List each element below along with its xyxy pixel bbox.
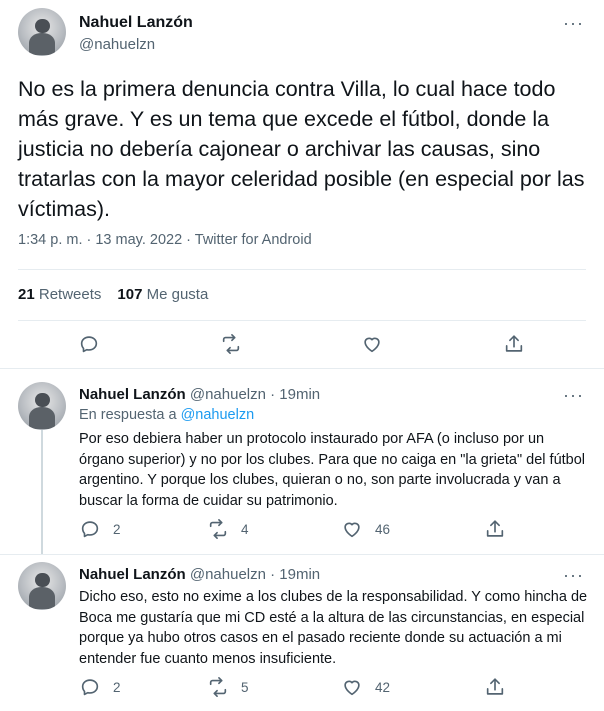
author-name[interactable]: Nahuel Lanzón xyxy=(79,14,193,32)
like-button[interactable] xyxy=(361,333,383,355)
retweet-button[interactable]: 5 xyxy=(207,676,249,698)
main-tweet: Nahuel Lanzón @nahuelzn ··· No es la pri… xyxy=(0,0,604,370)
reply-count: 2 xyxy=(113,521,121,537)
divider xyxy=(18,269,586,270)
avatar[interactable] xyxy=(18,8,66,56)
reply-text: Dicho eso, esto no exime a los clubes de… xyxy=(79,589,588,667)
reply-icon xyxy=(80,336,98,353)
divider xyxy=(18,320,586,321)
retweet-count: 4 xyxy=(241,521,249,537)
reply-text: Por eso debiera haber un protocolo insta… xyxy=(79,431,586,509)
author-meta[interactable]: @nahuelzn · 19min xyxy=(190,386,320,403)
reply-actions: 2 4 46 xyxy=(0,518,604,548)
likes-stat[interactable]: 107 Me gusta xyxy=(117,286,208,303)
divider xyxy=(0,368,604,369)
retweet-icon xyxy=(222,334,240,354)
mention-link[interactable]: @nahuelzn xyxy=(181,407,255,423)
tweet-text: No es la primera denuncia contra Villa, … xyxy=(18,77,585,221)
like-button[interactable]: 46 xyxy=(341,518,390,540)
reply-icon xyxy=(81,679,99,696)
share-icon xyxy=(486,678,504,695)
author-name[interactable]: Nahuel Lanzón xyxy=(79,386,186,403)
reply-count: 2 xyxy=(113,679,121,695)
tweet-meta[interactable]: 1:34 p. m. · 13 may. 2022 · Twitter for … xyxy=(18,232,312,248)
divider xyxy=(0,554,604,555)
share-icon xyxy=(486,520,504,537)
share-icon xyxy=(505,335,523,352)
retweet-button[interactable] xyxy=(220,333,242,355)
reply-header: Nahuel Lanzón @nahuelzn · 19min xyxy=(79,386,320,403)
avatar[interactable] xyxy=(18,382,66,430)
retweet-icon xyxy=(209,677,227,697)
in-reply-to: En respuesta a @nahuelzn xyxy=(79,407,255,423)
reply-button[interactable] xyxy=(78,333,100,355)
retweet-button[interactable]: 4 xyxy=(207,518,249,540)
share-button[interactable] xyxy=(484,518,506,540)
reply-actions: 2 5 42 xyxy=(0,676,604,706)
share-button[interactable] xyxy=(503,333,525,355)
avatar[interactable] xyxy=(18,562,66,610)
author-name[interactable]: Nahuel Lanzón xyxy=(79,566,186,583)
author-meta[interactable]: @nahuelzn · 19min xyxy=(190,566,320,583)
reply-tweet[interactable]: Nahuel Lanzón @nahuelzn · 19min ··· Dich… xyxy=(0,562,604,708)
share-button[interactable] xyxy=(484,676,506,698)
tweet-stats: 21 Retweets 107 Me gusta xyxy=(18,286,208,303)
like-count: 46 xyxy=(375,521,391,537)
like-count: 42 xyxy=(375,679,391,695)
like-icon xyxy=(364,337,380,353)
retweet-icon xyxy=(209,519,227,539)
like-icon xyxy=(344,680,360,696)
like-icon xyxy=(344,522,360,538)
reply-icon xyxy=(81,521,99,538)
retweet-count: 5 xyxy=(241,679,249,695)
more-icon[interactable]: ··· xyxy=(563,566,584,584)
reply-header: Nahuel Lanzón @nahuelzn · 19min xyxy=(79,566,320,583)
reply-button[interactable]: 2 xyxy=(79,518,121,540)
reply-button[interactable]: 2 xyxy=(79,676,121,698)
more-icon[interactable]: ··· xyxy=(563,14,584,32)
author-handle[interactable]: @nahuelzn xyxy=(79,36,155,53)
like-button[interactable]: 42 xyxy=(341,676,390,698)
reply-tweet[interactable]: Nahuel Lanzón @nahuelzn · 19min ··· En r… xyxy=(0,382,604,552)
main-actions xyxy=(0,333,604,363)
retweets-stat[interactable]: 21 Retweets xyxy=(18,286,101,303)
more-icon[interactable]: ··· xyxy=(563,386,584,404)
